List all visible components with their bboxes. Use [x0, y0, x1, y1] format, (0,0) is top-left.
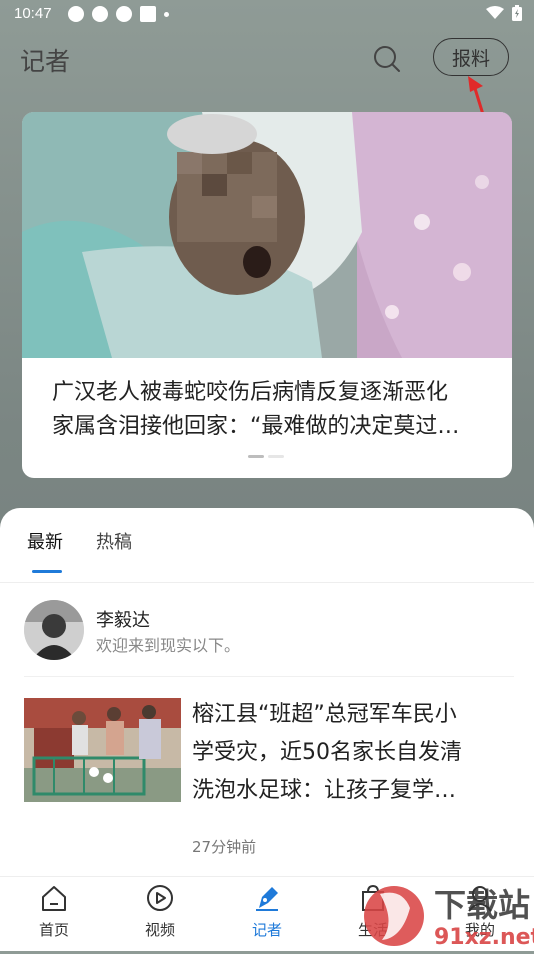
status-bar: 10:47	[0, 0, 534, 28]
search-button[interactable]	[370, 42, 404, 76]
tab-bar: 最新 热稿	[0, 508, 534, 583]
nav-reporter[interactable]: 记者	[227, 883, 307, 940]
notification-app-icon	[92, 6, 108, 22]
news-timestamp: 27分钟前	[192, 838, 257, 856]
author-name[interactable]: 李毅达	[96, 606, 150, 632]
more-notifications-icon	[164, 11, 169, 17]
wifi-icon	[486, 6, 504, 19]
news-title-line: 洗泡水足球：让孩子复学…	[192, 778, 457, 803]
nav-reporter-label: 记者	[251, 921, 282, 939]
news-title-line: 榕江县“班超”总冠军车民小	[192, 702, 457, 727]
featured-news-title[interactable]: 广汉老人被毒蛇咬伤后病情反复逐渐恶化 家属含泪接他回家：“最难做的决定莫过…	[52, 376, 492, 444]
featured-news-image	[22, 112, 512, 358]
status-right-icons	[486, 5, 522, 21]
play-icon	[147, 885, 173, 911]
notification-icons	[68, 6, 169, 22]
page-title: 记者	[20, 47, 71, 76]
divider	[24, 676, 514, 677]
author-bio: 欢迎来到现实以下。	[96, 636, 241, 655]
news-title[interactable]: 榕江县“班超”总冠军车民小 学受灾，近50名家长自发清 洗泡水足球：让孩子复学…	[192, 696, 512, 810]
nav-home-label: 首页	[38, 921, 69, 939]
avatar-image	[24, 600, 84, 660]
pen-icon	[256, 887, 278, 911]
watermark-text: 下载站	[434, 886, 530, 924]
site-watermark: 下载站 91xz.net	[362, 880, 534, 950]
notification-square-icon	[140, 6, 156, 22]
featured-title-line: 家属含泪接他回家：“最难做的决定莫过…	[52, 414, 460, 439]
watermark-url: 91xz.net	[434, 925, 534, 950]
watermark-logo: 下载站 91xz.net	[364, 886, 534, 950]
featured-title-line: 广汉老人被毒蛇咬伤后病情反复逐渐恶化	[52, 380, 449, 405]
tab-active-indicator	[32, 570, 62, 573]
featured-news-card[interactable]: 广汉老人被毒蛇咬伤后病情反复逐渐恶化 家属含泪接他回家：“最难做的决定莫过…	[22, 112, 512, 478]
search-icon	[374, 46, 400, 72]
report-button[interactable]: 报料	[433, 38, 509, 76]
tab-hot[interactable]: 热稿	[96, 528, 132, 554]
status-time: 10:47	[14, 5, 52, 22]
notification-app-icon	[116, 6, 132, 22]
news-thumbnail-image	[24, 698, 181, 802]
pager-dot-active	[248, 455, 264, 458]
pager-dot	[268, 455, 284, 458]
carousel-pager	[248, 455, 284, 458]
avatar[interactable]	[24, 600, 84, 660]
tab-latest[interactable]: 最新	[27, 528, 63, 554]
author-row[interactable]: 李毅达 欢迎来到现实以下。	[24, 600, 514, 664]
nav-video-label: 视频	[144, 921, 175, 939]
news-thumbnail	[24, 698, 181, 802]
nav-video[interactable]: 视频	[120, 883, 200, 940]
home-icon	[42, 886, 66, 911]
battery-icon	[512, 5, 522, 21]
nav-home[interactable]: 首页	[14, 883, 94, 940]
notification-app-icon	[68, 6, 84, 22]
news-title-line: 学受灾，近50名家长自发清	[192, 740, 462, 765]
